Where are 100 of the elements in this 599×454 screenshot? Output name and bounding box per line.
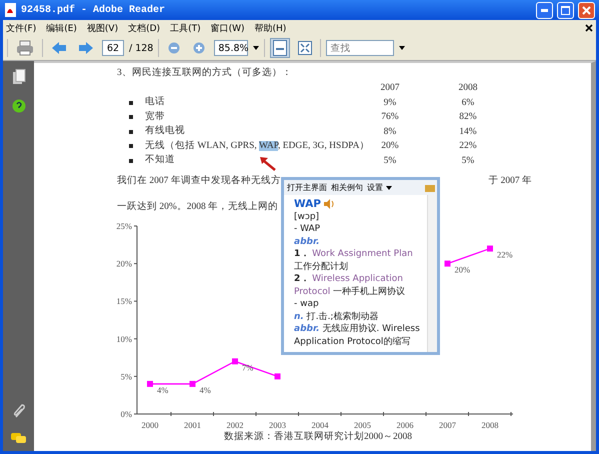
dropdown-caret-icon[interactable] bbox=[253, 46, 260, 50]
part-of-speech: abbr. bbox=[294, 236, 320, 248]
pdf-file-icon bbox=[4, 3, 17, 17]
data-point bbox=[232, 358, 238, 364]
definition-text: abbr. 无线应用协议. Wireless Application Protocol的缩写 bbox=[294, 323, 421, 348]
definition-text: 2． Wireless Application Protocol 一种手机上网协议 bbox=[294, 273, 406, 298]
plus-icon bbox=[193, 42, 206, 54]
section-heading: 3、网民连接互联网的方式（可多选）： bbox=[117, 66, 293, 80]
dropdown-caret-icon[interactable] bbox=[386, 186, 392, 190]
list-item-text: 电话 bbox=[145, 96, 165, 110]
table-cell: 5% bbox=[462, 156, 474, 166]
y-tick-label: 15% bbox=[116, 296, 132, 306]
table-cell: 76% bbox=[381, 112, 399, 122]
x-tick-label: 2007 bbox=[439, 420, 456, 430]
table-cell: 5% bbox=[384, 156, 396, 166]
right-arrow-icon bbox=[78, 41, 94, 55]
minus-icon bbox=[168, 42, 180, 54]
data-point bbox=[274, 373, 280, 380]
page-icon bbox=[273, 40, 288, 56]
table-cell: 20% bbox=[381, 141, 399, 152]
paperclip-icon[interactable] bbox=[12, 403, 26, 419]
bullet-icon bbox=[129, 144, 133, 148]
data-point bbox=[444, 260, 450, 267]
left-arrow-icon bbox=[51, 41, 67, 55]
zoom-field[interactable]: 85.8% bbox=[214, 40, 248, 56]
menu-item[interactable]: 工具(T) bbox=[170, 22, 201, 34]
menu-item[interactable]: 编辑(E) bbox=[46, 22, 77, 34]
close-icon[interactable] bbox=[585, 24, 593, 32]
table-cell: 8% bbox=[384, 126, 396, 137]
paragraph-text: 我们在 2007 年调查中发现各种无线方 bbox=[117, 174, 281, 188]
popup-toolbar-button[interactable]: 设置 bbox=[366, 182, 384, 193]
popup-toolbar-button[interactable]: 相关例句 bbox=[330, 182, 364, 193]
menu-item[interactable]: 文档(D) bbox=[128, 22, 160, 34]
y-tick-label: 20% bbox=[116, 258, 132, 269]
data-point bbox=[147, 380, 153, 387]
menu-item[interactable]: 窗口(W) bbox=[210, 22, 245, 34]
data-label: 22% bbox=[497, 250, 513, 260]
maximize-button[interactable] bbox=[557, 2, 574, 18]
pointer-arrow bbox=[260, 157, 276, 171]
search-field[interactable]: 查找 bbox=[326, 40, 394, 56]
help-icon[interactable] bbox=[12, 99, 26, 113]
expand-icon bbox=[298, 41, 312, 55]
x-tick-label: 2003 bbox=[269, 420, 286, 430]
popup-toolbar-button[interactable]: 打开主界面 bbox=[286, 182, 328, 193]
word-form: - WAP bbox=[294, 223, 320, 236]
definition-text: 1． Work Assignment Plan 工作分配计划 bbox=[294, 248, 414, 273]
table-cell: 6% bbox=[462, 98, 474, 108]
phonetic-text: [wɔp] bbox=[294, 210, 320, 223]
x-tick-label: 2008 bbox=[482, 420, 498, 430]
scrollbar[interactable] bbox=[427, 195, 437, 352]
menu-item[interactable]: 文件(F) bbox=[6, 22, 36, 34]
maximize-icon bbox=[561, 6, 570, 14]
list-item-text: 无线（包括 WLAN, GPRS, WAP, EDGE, 3G, HSDPA） bbox=[145, 140, 370, 153]
table-cell: 22% bbox=[459, 141, 477, 152]
x-tick-label: 2006 bbox=[396, 420, 414, 430]
table-cell: 14% bbox=[459, 126, 477, 137]
x-tick-label: 2000 bbox=[142, 420, 158, 430]
x-tick-label: 2005 bbox=[354, 420, 371, 430]
list-item-text: 有线电视 bbox=[145, 125, 185, 138]
menu-item[interactable]: 视图(V) bbox=[86, 22, 118, 34]
headword: WAP bbox=[294, 198, 321, 210]
bullet-icon bbox=[129, 100, 133, 105]
column-header: 2008 bbox=[458, 83, 478, 94]
list-item-text: 不知道 bbox=[145, 154, 175, 168]
data-point bbox=[487, 246, 493, 252]
page-number-field[interactable]: 62 bbox=[102, 40, 124, 56]
data-label: 4% bbox=[200, 384, 211, 395]
bullet-icon bbox=[129, 130, 133, 134]
fit-page-button[interactable] bbox=[270, 38, 290, 58]
word-form: - wap bbox=[294, 298, 319, 310]
close-button[interactable] bbox=[578, 2, 595, 18]
page-count: / 128 bbox=[129, 42, 154, 54]
column-header: 2007 bbox=[380, 83, 400, 94]
paragraph-text: 一跃达到 20%。2008 年，无线上网的 bbox=[117, 200, 278, 214]
menu-item[interactable]: 帮助(H) bbox=[254, 22, 286, 34]
list-item-text: 宽带 bbox=[145, 110, 165, 124]
close-icon bbox=[582, 6, 591, 14]
minimize-icon bbox=[541, 8, 548, 12]
chart-caption: 数据来源：香港互联网研究计划2000～2008 bbox=[224, 430, 412, 443]
data-label: 20% bbox=[454, 264, 470, 275]
x-tick-label: 2004 bbox=[312, 420, 328, 430]
bullet-icon bbox=[129, 158, 133, 163]
pages-icon[interactable] bbox=[12, 69, 26, 85]
y-tick-label: 25% bbox=[116, 221, 132, 231]
dropdown-caret-icon[interactable] bbox=[399, 46, 406, 50]
y-tick-label: 10% bbox=[116, 334, 132, 344]
printer-icon bbox=[16, 40, 34, 56]
definition-text: n. 打.击.;梳索制动器 bbox=[294, 310, 380, 323]
data-label: 4% bbox=[157, 384, 168, 395]
table-cell: 82% bbox=[459, 112, 477, 122]
speaker-icon[interactable] bbox=[324, 199, 335, 210]
x-tick-label: 2002 bbox=[226, 420, 244, 430]
data-point bbox=[190, 380, 196, 387]
window-title: 92458.pdf - Adobe Reader bbox=[21, 4, 166, 16]
minimize-button[interactable] bbox=[536, 2, 553, 18]
table-cell: 9% bbox=[384, 98, 396, 108]
y-tick-label: 5% bbox=[120, 371, 132, 382]
x-tick-label: 2001 bbox=[184, 420, 201, 430]
comments-icon[interactable] bbox=[10, 433, 26, 445]
y-tick-label: 0% bbox=[120, 409, 132, 419]
